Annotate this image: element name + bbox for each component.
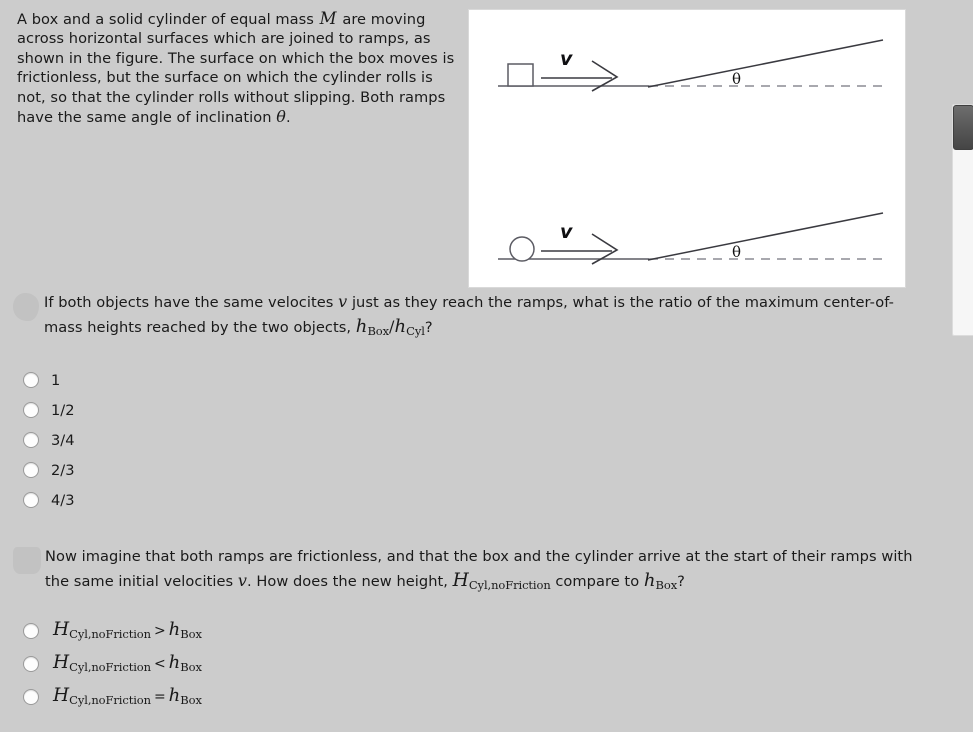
option-label: HCyl,noFriction > hBox (53, 619, 202, 641)
option-row[interactable]: HCyl,noFriction = hBox (0, 680, 202, 713)
option-lhs-sub: Cyl,noFriction (69, 660, 151, 675)
option-lhs-sub: Cyl,noFriction (69, 693, 151, 708)
option-operator: = (153, 689, 166, 706)
question-1-marker-icon (13, 293, 39, 321)
question-2-text: Now imagine that both ramps are friction… (45, 545, 930, 597)
option-lhs-base: H (53, 652, 70, 674)
question-2-question-mark: ? (677, 573, 685, 590)
option-rhs-base: h (168, 652, 181, 674)
cylinder-ramp-line (647, 212, 884, 261)
radio-button-icon[interactable] (23, 492, 39, 508)
top-content-area: A box and a solid cylinder of equal mass… (0, 0, 973, 290)
option-row[interactable]: 3/4 (0, 425, 75, 455)
radio-button-icon[interactable] (23, 462, 39, 478)
box-ramp-line (647, 39, 884, 88)
box-shape (507, 63, 534, 87)
box-velocity-label: v (560, 48, 573, 70)
scrollbar-thumb[interactable] (953, 105, 973, 150)
problem-text-body: across horizontal surfaces which are joi… (17, 30, 455, 127)
option-row[interactable]: HCyl,noFriction < hBox (0, 647, 202, 680)
question-2-marker-icon (13, 547, 41, 574)
option-operator: > (153, 623, 166, 640)
option-row[interactable]: 4/3 (0, 485, 75, 515)
option-lhs-base: H (53, 619, 70, 641)
mass-symbol: M (319, 9, 337, 28)
question-2-text-c: compare to (555, 573, 640, 590)
option-label: 4/3 (51, 491, 75, 509)
question-1-options: 1 1/2 3/4 2/3 4/3 (0, 365, 75, 515)
option-rhs-sub: Box (180, 660, 202, 675)
radio-button-icon[interactable] (23, 688, 39, 705)
question-2-options: HCyl,noFriction > hBox HCyl,noFriction < hBo… (0, 614, 202, 713)
theta-symbol: θ (276, 107, 286, 127)
option-row[interactable]: 2/3 (0, 455, 75, 485)
option-rhs-sub: Box (180, 693, 202, 708)
radio-button-icon[interactable] (23, 622, 39, 639)
question-1-ratio-numerator: h (355, 316, 368, 337)
option-operator: < (153, 656, 166, 673)
question-1-block: If both objects have the same velocites … (0, 290, 940, 343)
box-ramp-angle-label: θ (732, 70, 741, 88)
problem-text-lead-cont: are moving (342, 11, 426, 28)
question-2-velocity-symbol: v (237, 571, 247, 590)
option-label: 1/2 (51, 401, 75, 419)
cylinder-shape (509, 236, 535, 262)
option-label: 3/4 (51, 431, 75, 449)
question-1-ratio-denominator: h (394, 316, 407, 337)
option-lhs-base: H (53, 685, 70, 707)
option-row[interactable]: 1/2 (0, 395, 75, 425)
option-label: 1 (51, 371, 61, 389)
option-label: HCyl,noFriction = hBox (53, 685, 202, 707)
question-2-block: Now imagine that both ramps are friction… (0, 545, 940, 597)
radio-button-icon[interactable] (23, 372, 39, 388)
cylinder-ramp-angle-label: θ (732, 243, 741, 261)
physics-figure-panel: v θ v θ (468, 9, 906, 288)
question-2-height-sub: Cyl,noFriction (468, 578, 551, 593)
option-rhs-base: h (168, 685, 181, 707)
question-1-velocity-symbol: v (338, 292, 348, 311)
question-2-text-b: . How does the new height, (246, 573, 448, 590)
radio-button-icon[interactable] (23, 402, 39, 418)
question-1-ratio-numerator-sub: Box (367, 324, 390, 339)
option-rhs-base: h (168, 619, 181, 641)
option-label: 2/3 (51, 461, 75, 479)
question-1-text-a: If both objects have the same velocites (44, 294, 334, 311)
option-row[interactable]: HCyl,noFriction > hBox (0, 614, 202, 647)
problem-text-period: . (285, 109, 291, 127)
radio-button-icon[interactable] (23, 432, 39, 448)
question-1-question-mark: ? (424, 319, 433, 336)
option-lhs-sub: Cyl,noFriction (69, 627, 151, 642)
option-label: HCyl,noFriction < hBox (53, 652, 202, 674)
question-2-compare-sub: Box (655, 578, 678, 593)
cylinder-velocity-label: v (560, 221, 573, 243)
ramps-diagram: v θ v θ (498, 39, 885, 265)
radio-button-icon[interactable] (23, 655, 39, 672)
question-1-ratio-denominator-sub: Cyl (406, 324, 425, 339)
question-2-compare-base: h (643, 570, 656, 591)
problem-text-lead: A box and a solid cylinder of equal mass (17, 11, 314, 28)
question-1-text: If both objects have the same velocites … (44, 290, 930, 343)
question-2-height-base: H (452, 570, 469, 591)
option-row[interactable]: 1 (0, 365, 75, 395)
problem-statement: A box and a solid cylinder of equal mass… (17, 9, 459, 127)
vertical-scrollbar[interactable] (952, 104, 973, 336)
option-rhs-sub: Box (180, 627, 202, 642)
